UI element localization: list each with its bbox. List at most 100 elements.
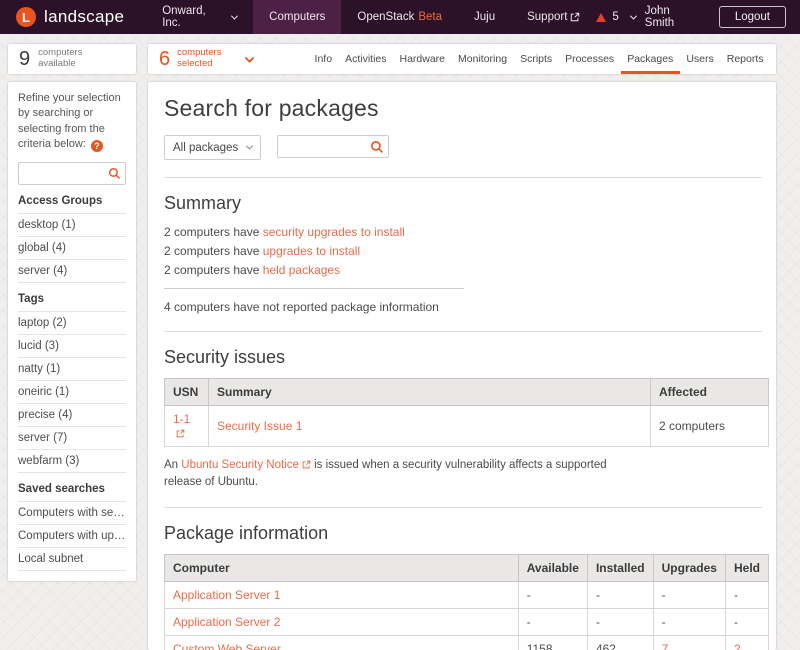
selected-count: 6 — [159, 48, 170, 71]
topbar-right: 5 John Smith Logout — [596, 0, 800, 34]
usn-explanation: An Ubuntu Security Notice is issued when… — [164, 457, 624, 490]
tab-info[interactable]: Info — [308, 44, 339, 74]
table-row: Application Server 2 - - - - — [165, 609, 769, 636]
landscape-logo[interactable]: L landscape — [0, 0, 140, 34]
content-card: Search for packages All packages Summary… — [148, 82, 776, 650]
tab-processes[interactable]: Processes — [559, 44, 621, 74]
held-packages-link[interactable]: held packages — [263, 263, 340, 277]
installed-cell: 462 — [587, 636, 653, 650]
nav-juju[interactable]: Juju — [458, 0, 511, 34]
org-name: Onward, Inc. — [162, 5, 226, 29]
upgrades-link[interactable]: upgrades to install — [263, 244, 360, 258]
tab-monitoring[interactable]: Monitoring — [452, 44, 514, 74]
logo-letter: L — [22, 10, 30, 25]
nav-openstack[interactable]: OpenStack Beta — [341, 0, 458, 34]
sidebar-filter-item[interactable]: lucid (3) — [18, 334, 126, 357]
available-cell: 1158 — [518, 636, 587, 650]
main-column: 6 computers selected Info Activities Har… — [148, 44, 776, 650]
alert-triangle-icon — [596, 13, 606, 22]
sidebar-filter-item[interactable]: server (4) — [18, 259, 126, 282]
chevron-down-icon — [630, 12, 637, 19]
criteria-header: Access Groups — [18, 185, 126, 213]
search-controls: All packages — [164, 135, 762, 160]
ubuntu-security-notice-link[interactable]: Ubuntu Security Notice — [181, 459, 299, 471]
brand-name: landscape — [44, 7, 124, 27]
sidebar-filter-item[interactable]: oneiric (1) — [18, 380, 126, 403]
table-row: 1-1 Security Issue 1 2 computers — [165, 406, 769, 447]
affected-count: 2 computers — [651, 406, 769, 447]
tab-hardware[interactable]: Hardware — [393, 44, 452, 74]
column-header-upgrades: Upgrades — [653, 555, 725, 582]
alert-count: 5 — [612, 11, 618, 23]
upgrades-count-link[interactable]: 7 — [662, 642, 669, 650]
help-icon[interactable]: ? — [91, 140, 103, 152]
summary-lines: 2 computers have security upgrades to in… — [164, 222, 762, 279]
tab-packages[interactable]: Packages — [621, 44, 680, 74]
search-icon[interactable] — [108, 167, 121, 180]
sidebar-filter-item[interactable]: Computers with upgrades — [18, 524, 126, 547]
criteria-group-saved-searches: Saved searches Computers with securit… C… — [18, 473, 126, 571]
column-header-usn: USN — [165, 379, 209, 406]
sidebar-filter-item[interactable]: global (4) — [18, 236, 126, 259]
sidebar: 9 computers available Refine your select… — [8, 44, 136, 581]
page-body: 9 computers available Refine your select… — [0, 34, 800, 650]
computer-link[interactable]: Custom Web Server — [173, 642, 281, 650]
top-nav: Onward, Inc. Computers OpenStack Beta Ju… — [146, 0, 596, 34]
security-issues-table: USN Summary Affected 1-1 Security Issue … — [164, 378, 769, 447]
sidebar-filter-item[interactable]: webfarm (3) — [18, 449, 126, 472]
held-count-link[interactable]: 2 — [734, 642, 741, 650]
criteria-header: Saved searches — [18, 473, 126, 501]
sidebar-filter-item[interactable]: desktop (1) — [18, 213, 126, 236]
tab-activities[interactable]: Activities — [339, 44, 393, 74]
sidebar-filter-item[interactable]: laptop (2) — [18, 311, 126, 334]
nav-support[interactable]: Support — [511, 0, 596, 34]
summary-line: 2 computers have upgrades to install — [164, 241, 762, 260]
column-header-available: Available — [518, 555, 587, 582]
user-name: John Smith — [645, 5, 702, 29]
package-filter-select[interactable]: All packages — [164, 135, 261, 160]
criteria-group-tags: Tags laptop (2) lucid (3) natty (1) onei… — [18, 283, 126, 473]
summary-line: 2 computers have held packages — [164, 260, 762, 279]
table-row: Application Server 1 - - - - — [165, 582, 769, 609]
search-icon[interactable] — [370, 140, 384, 154]
table-header-row: USN Summary Affected — [165, 379, 769, 406]
chevron-down-icon — [245, 53, 255, 63]
security-issue-link[interactable]: Security Issue 1 — [217, 419, 302, 433]
section-tabs: Info Activities Hardware Monitoring Scri… — [308, 44, 770, 74]
security-upgrades-link[interactable]: security upgrades to install — [263, 225, 405, 239]
column-header-computer: Computer — [165, 555, 519, 582]
sidebar-filter-item[interactable]: precise (4) — [18, 403, 126, 426]
computer-link[interactable]: Application Server 1 — [173, 588, 280, 602]
summary-divider — [164, 288, 464, 289]
logout-button[interactable]: Logout — [719, 6, 786, 28]
external-link-icon — [570, 12, 580, 22]
criteria-header: Tags — [18, 283, 126, 311]
section-divider — [164, 331, 762, 332]
external-link-icon — [176, 429, 185, 438]
column-header-summary: Summary — [209, 379, 651, 406]
nav-org-menu[interactable]: Onward, Inc. — [146, 0, 253, 34]
beta-badge: Beta — [418, 11, 442, 23]
computer-link[interactable]: Application Server 2 — [173, 615, 280, 629]
installed-cell: - — [587, 582, 653, 609]
available-cell: - — [518, 582, 587, 609]
sidebar-filter-item[interactable]: Computers with securit… — [18, 501, 126, 524]
held-cell: - — [725, 582, 768, 609]
computers-selected-dropdown[interactable]: 6 computers selected — [159, 44, 253, 74]
sidebar-filter-item[interactable]: server (7) — [18, 426, 126, 449]
tab-reports[interactable]: Reports — [720, 44, 770, 74]
chevron-down-icon — [231, 12, 238, 19]
package-information-title: Package information — [164, 523, 762, 544]
refine-text: Refine your selection by searching or se… — [18, 91, 126, 153]
nav-computers[interactable]: Computers — [253, 0, 341, 34]
sidebar-filter-item[interactable]: Local subnet — [18, 547, 126, 571]
criteria-group-access-groups: Access Groups desktop (1) global (4) ser… — [18, 185, 126, 283]
tab-scripts[interactable]: Scripts — [514, 44, 559, 74]
alerts-menu[interactable]: 5 — [596, 11, 635, 23]
usn-link[interactable]: 1-1 — [173, 412, 190, 426]
sidebar-filter-item[interactable]: natty (1) — [18, 357, 126, 380]
not-reported-note: 4 computers have not reported package in… — [164, 300, 762, 314]
landscape-logo-icon: L — [16, 7, 36, 27]
sidebar-search — [18, 162, 126, 185]
tab-users[interactable]: Users — [680, 44, 720, 74]
